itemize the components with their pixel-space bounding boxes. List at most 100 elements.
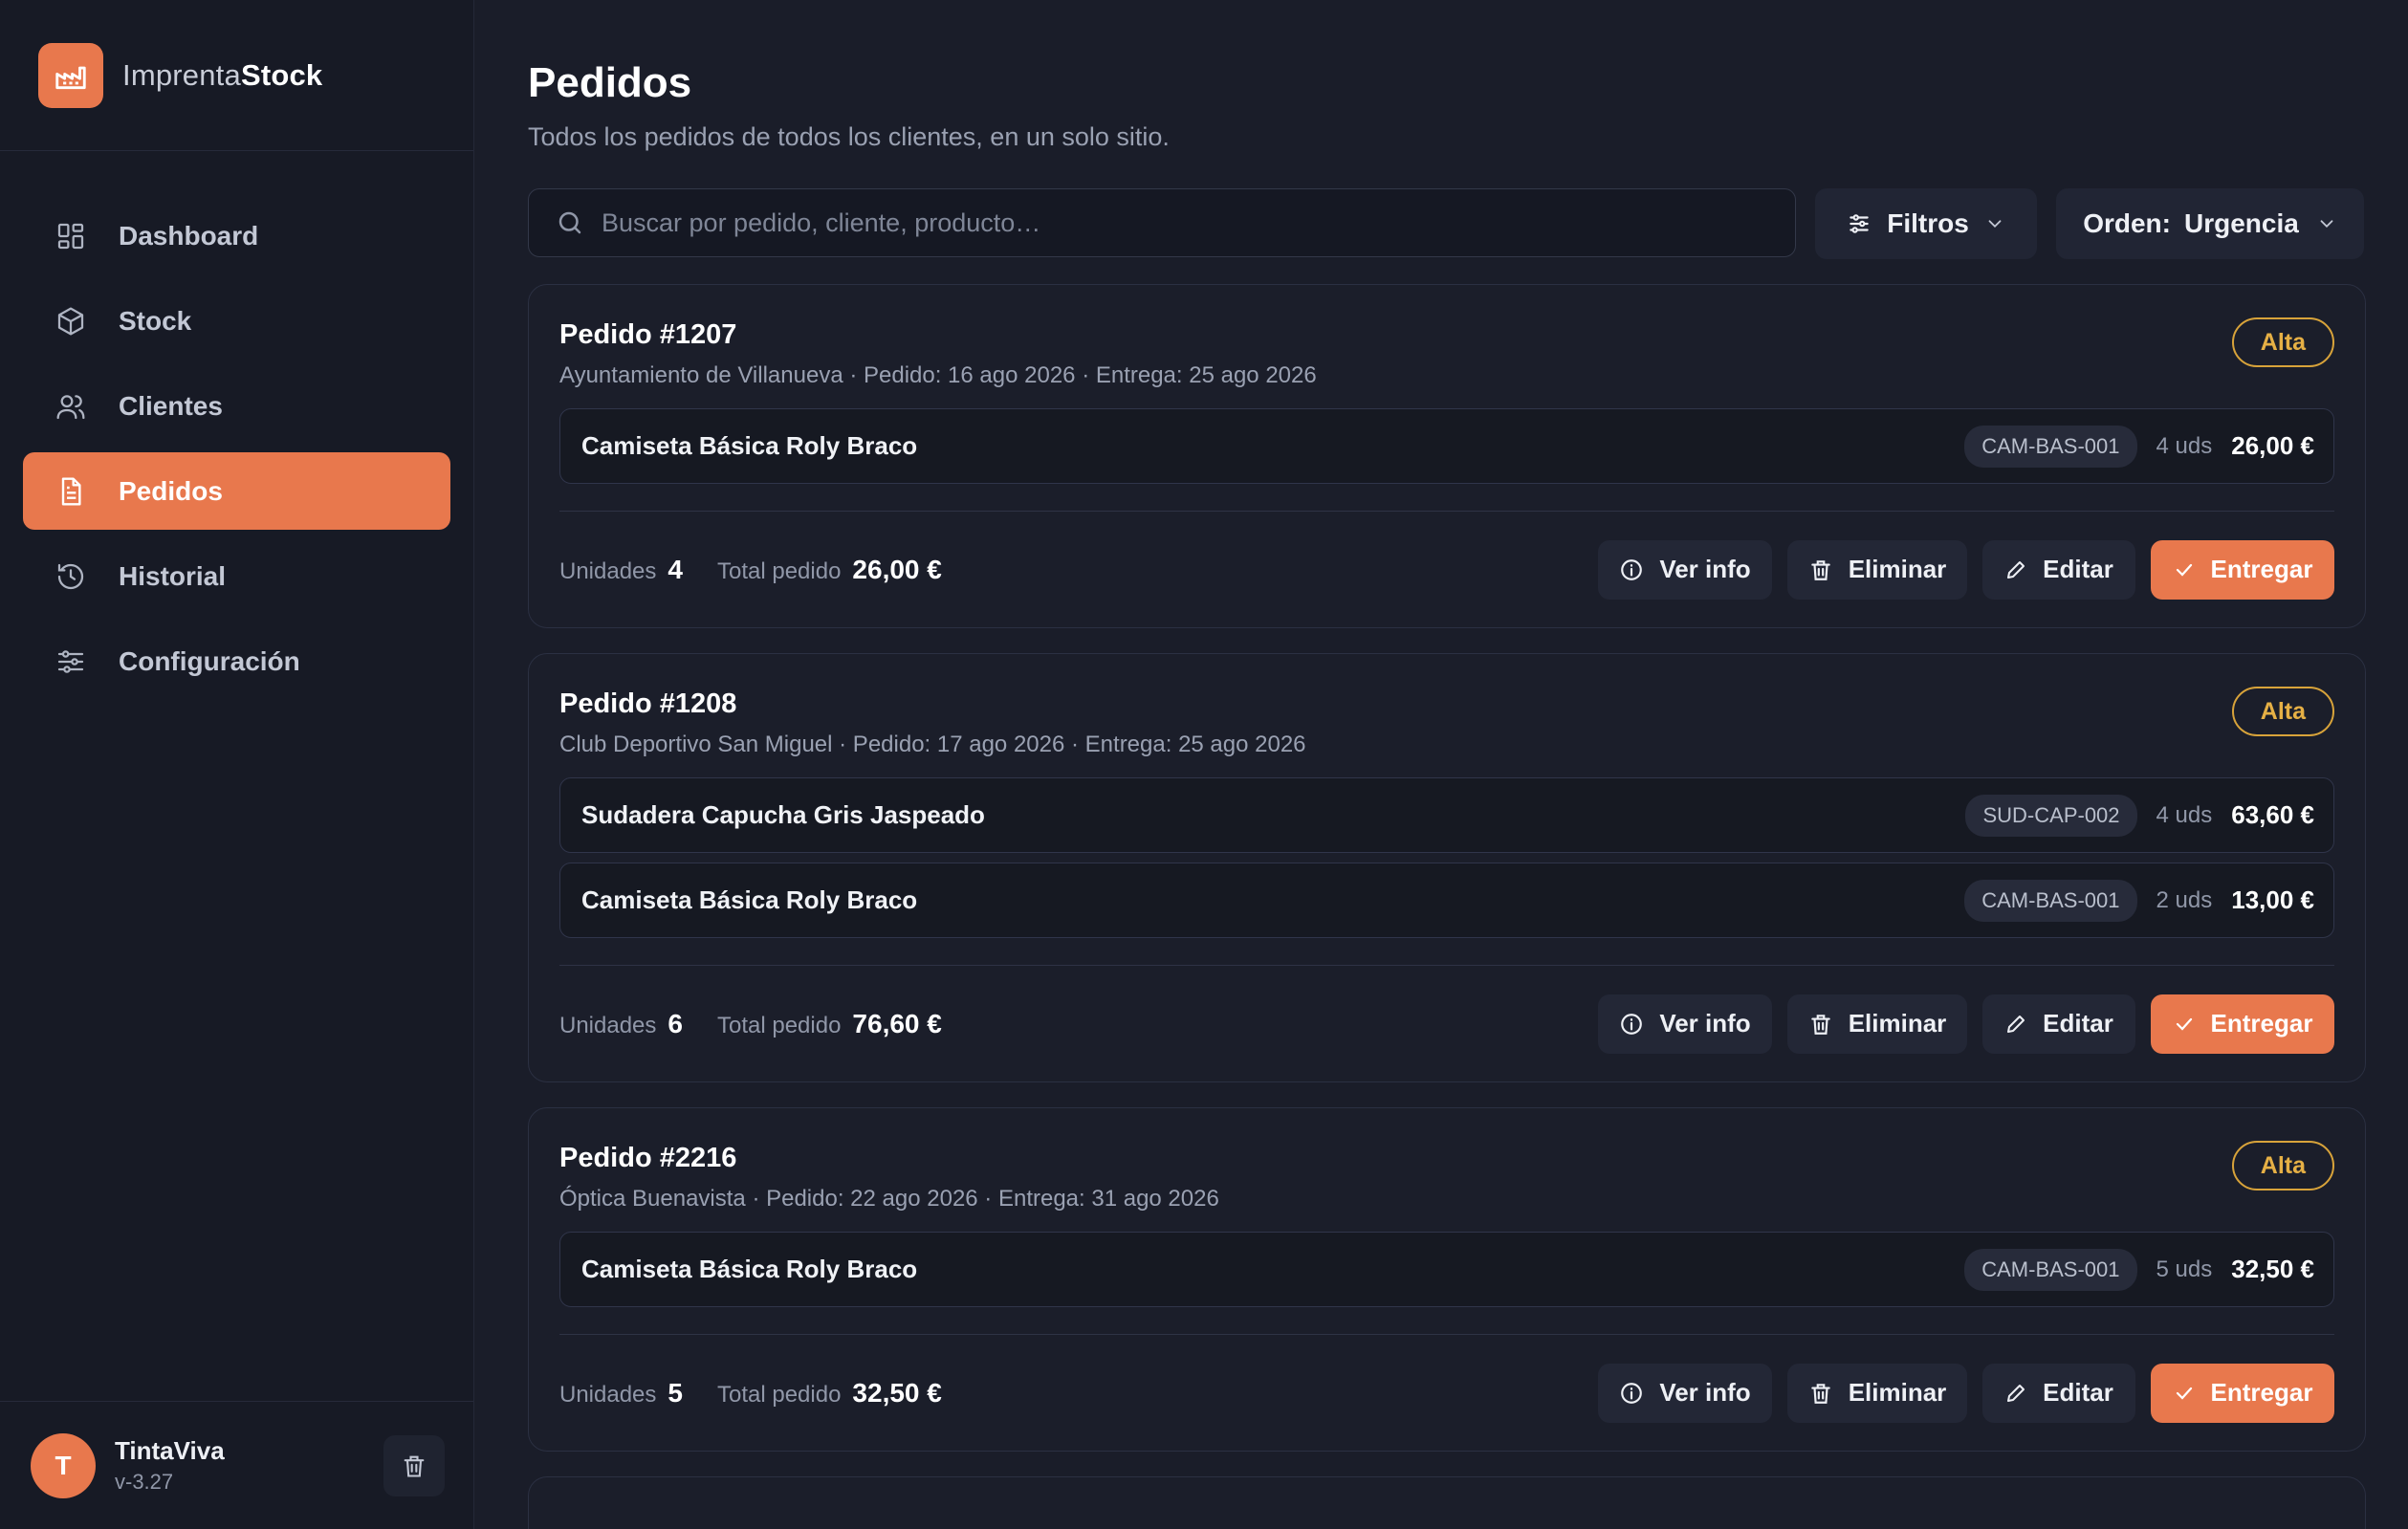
- sidebar-item-pedidos[interactable]: Pedidos: [23, 452, 450, 530]
- units-label: Unidades: [559, 557, 657, 584]
- sidebar-item-label: Clientes: [119, 390, 223, 421]
- sidebar-item-clientes[interactable]: Clientes: [23, 367, 450, 445]
- sidebar-item-label: Pedidos: [119, 475, 223, 506]
- order-card-partial: [528, 1476, 2366, 1529]
- order-lines: Camiseta Básica Roly Braco CAM-BAS-001 5…: [559, 1232, 2334, 1307]
- sort-dropdown[interactable]: Orden: Urgencia: [2056, 188, 2364, 259]
- delete-label: Eliminar: [1848, 1009, 1947, 1038]
- priority-badge: Alta: [2231, 317, 2334, 367]
- order-card: Pedido #2216 Óptica Buenavista · Pedido:…: [528, 1107, 2366, 1452]
- edit-button[interactable]: Editar: [1982, 539, 2135, 600]
- deliver-label: Entregar: [2210, 555, 2313, 583]
- view-info-label: Ver info: [1659, 1378, 1751, 1407]
- sidebar-item-label: Dashboard: [119, 220, 259, 251]
- edit-button[interactable]: Editar: [1982, 1363, 2135, 1423]
- toolbar: Filtros Orden: Urgencia: [528, 188, 2366, 259]
- brand-name-bold: Stock: [240, 57, 323, 92]
- order-header: Pedido #1208 Club Deportivo San Miguel ·…: [559, 654, 2334, 758]
- total-value: 76,60 €: [852, 1008, 942, 1038]
- priority-badge: Alta: [2231, 1141, 2334, 1190]
- order-line: Sudadera Capucha Gris Jaspeado SUD-CAP-0…: [559, 777, 2334, 853]
- deliver-button[interactable]: Entregar: [2151, 539, 2334, 600]
- sidebar-item-label: Historial: [119, 560, 227, 591]
- search-box: [528, 188, 1796, 257]
- order-meta: Óptica Buenavista · Pedido: 22 ago 2026 …: [559, 1186, 1219, 1212]
- factory-icon: [38, 42, 103, 108]
- deliver-label: Entregar: [2210, 1009, 2313, 1038]
- sidebar-item-dashboard[interactable]: Dashboard: [23, 197, 450, 274]
- line-price: 13,00 €: [2231, 885, 2314, 914]
- sort-value: Urgencia: [2183, 208, 2299, 238]
- total-label: Total pedido: [716, 1012, 842, 1038]
- edit-label: Editar: [2043, 1378, 2113, 1407]
- trash-icon: [1808, 557, 1833, 582]
- dashboard-icon: [54, 219, 88, 253]
- search-input[interactable]: [602, 208, 1749, 238]
- order-lines: Camiseta Básica Roly Braco CAM-BAS-001 4…: [559, 408, 2334, 484]
- order-title: Pedido #1208: [559, 688, 737, 719]
- delete-button[interactable]: Eliminar: [1787, 539, 1967, 600]
- line-price: 63,60 €: [2231, 800, 2314, 829]
- view-info-button[interactable]: Ver info: [1598, 539, 1772, 600]
- trash-icon: [1808, 1012, 1833, 1037]
- avatar[interactable]: T: [31, 1432, 96, 1498]
- user-trash-button[interactable]: [383, 1434, 445, 1496]
- sidebar-item-label: Configuración: [119, 645, 300, 676]
- units-value: 5: [668, 1377, 683, 1408]
- trash-icon: [404, 1455, 425, 1477]
- product-name: Sudadera Capucha Gris Jaspeado: [581, 800, 985, 829]
- order-line: Camiseta Básica Roly Braco CAM-BAS-001 2…: [559, 863, 2334, 938]
- pencil-icon: [2004, 558, 2027, 581]
- deliver-button[interactable]: Entregar: [2151, 994, 2334, 1054]
- product-name: Camiseta Básica Roly Braco: [581, 1255, 918, 1283]
- app-version: v-3.27: [115, 1470, 174, 1494]
- order-totals: Unidades 4 Total pedido 26,00 €: [559, 555, 1583, 585]
- document-icon: [54, 474, 88, 509]
- filters-button[interactable]: Filtros: [1815, 188, 2037, 259]
- deliver-button[interactable]: Entregar: [2151, 1363, 2334, 1423]
- user-name: TintaViva: [115, 1436, 225, 1465]
- filter-sliders-icon: [1850, 214, 1869, 233]
- pencil-icon: [2004, 1013, 2027, 1036]
- total-value: 26,00 €: [852, 554, 942, 584]
- sidebar-item-stock[interactable]: Stock: [23, 282, 450, 360]
- priority-badge: Alta: [2231, 687, 2334, 736]
- view-info-button[interactable]: Ver info: [1598, 994, 1772, 1054]
- order-card: Pedido #1208 Club Deportivo San Miguel ·…: [528, 653, 2366, 1082]
- box-icon: [54, 304, 88, 339]
- trash-icon: [1808, 1381, 1833, 1406]
- sidebar-item-historial[interactable]: Historial: [23, 537, 450, 615]
- units-label: Unidades: [559, 1381, 657, 1408]
- check-icon: [2173, 1382, 2196, 1405]
- sku-badge: CAM-BAS-001: [1964, 425, 2137, 468]
- brand[interactable]: ImprentaStock: [0, 0, 473, 151]
- order-line: Camiseta Básica Roly Braco CAM-BAS-001 5…: [559, 1232, 2334, 1307]
- delete-button[interactable]: Eliminar: [1787, 1363, 1967, 1423]
- edit-label: Editar: [2043, 1009, 2113, 1038]
- pencil-icon: [2004, 1382, 2027, 1405]
- total-label: Total pedido: [716, 557, 842, 584]
- order-meta: Ayuntamiento de Villanueva · Pedido: 16 …: [559, 362, 1317, 388]
- order-totals: Unidades 6 Total pedido 76,60 €: [559, 1009, 1583, 1039]
- history-icon: [54, 559, 88, 594]
- main-content: Pedidos Todos los pedidos de todos los c…: [474, 0, 2408, 1529]
- users-icon: [54, 389, 88, 424]
- view-info-button[interactable]: Ver info: [1598, 1363, 1772, 1423]
- order-meta: Club Deportivo San Miguel · Pedido: 17 a…: [559, 732, 1306, 757]
- brand-name: ImprentaStock: [122, 58, 322, 93]
- line-quantity: 4 uds: [2156, 432, 2213, 459]
- main-nav: Dashboard Stock Clientes Pedidos Histori…: [0, 151, 473, 1401]
- sku-badge: CAM-BAS-001: [1964, 879, 2137, 922]
- sidebar-item-label: Stock: [119, 305, 192, 336]
- line-quantity: 2 uds: [2156, 886, 2213, 913]
- info-icon: [1619, 1012, 1644, 1037]
- deliver-label: Entregar: [2210, 1378, 2313, 1407]
- sliders-icon: [54, 644, 88, 679]
- product-name: Camiseta Básica Roly Braco: [581, 431, 918, 460]
- edit-button[interactable]: Editar: [1982, 994, 2135, 1054]
- delete-label: Eliminar: [1848, 1378, 1947, 1407]
- order-totals: Unidades 5 Total pedido 32,50 €: [559, 1378, 1583, 1409]
- view-info-label: Ver info: [1659, 1009, 1751, 1038]
- delete-button[interactable]: Eliminar: [1787, 994, 1967, 1054]
- sidebar-item-configuracion[interactable]: Configuración: [23, 623, 450, 700]
